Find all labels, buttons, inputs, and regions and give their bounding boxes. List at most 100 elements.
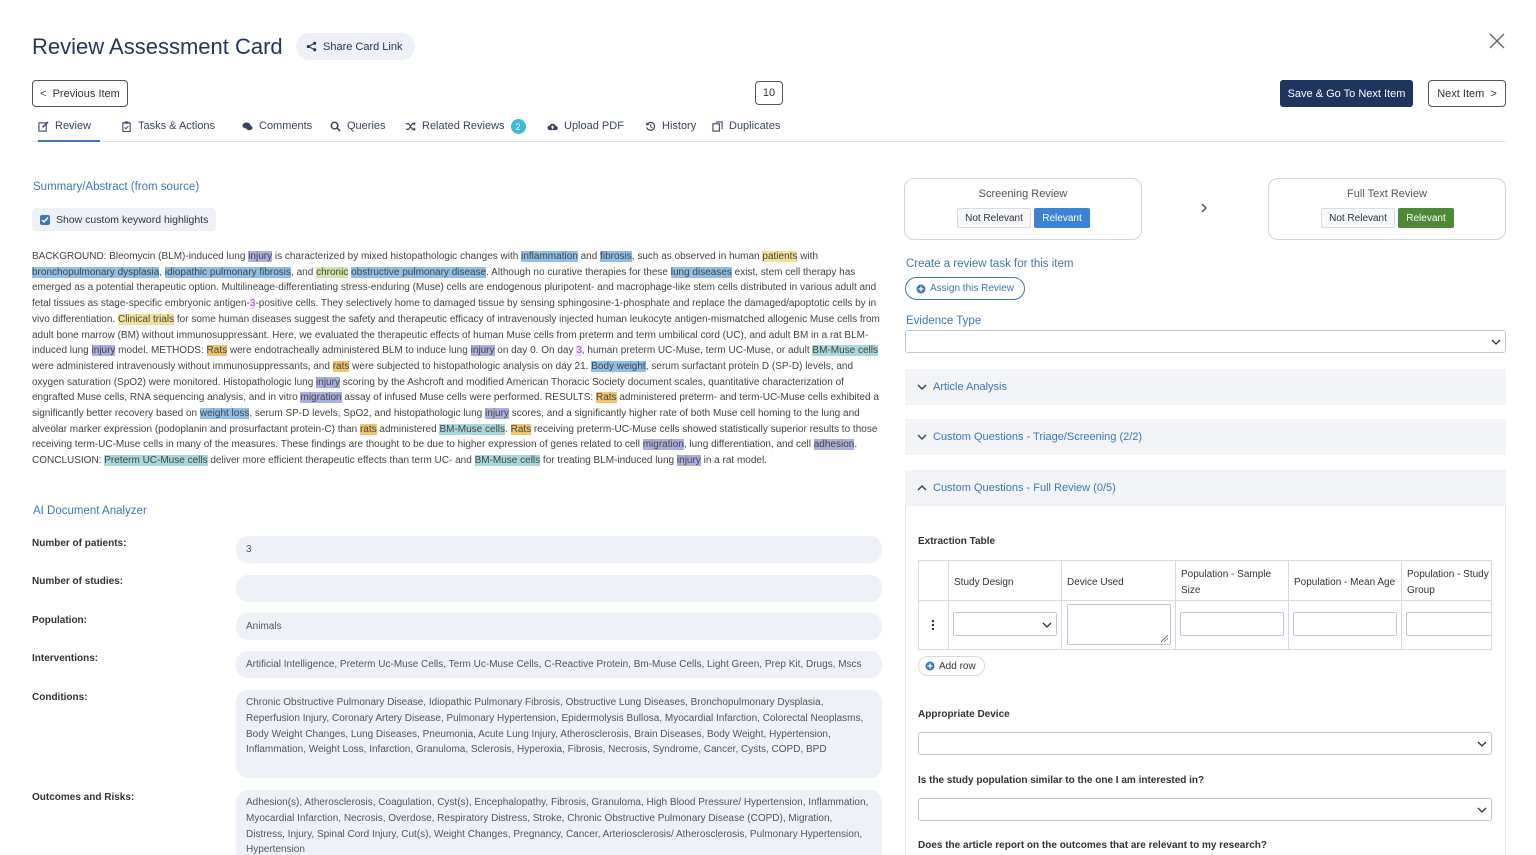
keyword-highlight: fibrosis: [600, 251, 632, 262]
keyword-highlight: injury: [91, 345, 116, 357]
appropriate-device-label: Appropriate Device: [918, 709, 1010, 720]
keyword-highlight-toggle[interactable]: Show custom keyword highlights: [32, 208, 217, 231]
chevron-down-icon: [917, 434, 927, 441]
chevron-up-icon: [917, 484, 927, 491]
keyword-highlight: migration: [642, 439, 684, 451]
abstract-fragment: were endotracheally administered BLM to …: [227, 345, 471, 357]
population-similar-select[interactable]: [918, 798, 1492, 821]
tab-review[interactable]: Review: [38, 120, 100, 142]
sample-size-column: Population - Sample Size: [1176, 561, 1289, 649]
appropriate-device-select[interactable]: [918, 732, 1492, 755]
keyword-highlight: migration: [300, 392, 342, 404]
share-label: Share Card Link: [323, 40, 403, 53]
more-vertical-icon[interactable]: [931, 619, 935, 631]
keyword-highlight: obstructive pulmonary disease: [351, 266, 487, 278]
close-icon[interactable]: [1486, 30, 1508, 52]
tab-duplicates[interactable]: Duplicates: [712, 120, 780, 142]
tab-related-reviews[interactable]: Related Reviews 2: [405, 119, 526, 142]
sample-size-input[interactable]: [1180, 612, 1284, 636]
chevron-left-icon: <: [40, 87, 47, 100]
evidence-type-label: Evidence Type: [906, 315, 982, 327]
keyword-highlight: BM-Muse cells: [439, 423, 506, 435]
keyword-highlight: injury: [676, 455, 701, 467]
abstract-fragment: in a rat model.: [700, 455, 767, 467]
accordion-label: Custom Questions - Full Review (0/5): [933, 482, 1116, 494]
save-next-button[interactable]: Save & Go To Next Item: [1280, 80, 1413, 107]
abstract-fragment: , and: [291, 266, 317, 278]
abstract-fragment: deliver more efficient therapeutic effec…: [207, 455, 475, 467]
study-group-input[interactable]: [1406, 612, 1491, 636]
edit-icon: [38, 121, 49, 132]
full-text-relevant-button[interactable]: Relevant: [1398, 208, 1454, 228]
tab-label: Related Reviews: [422, 120, 505, 132]
assign-review-button[interactable]: Assign this Review: [905, 277, 1025, 300]
full-review-questions-accordion[interactable]: Custom Questions - Full Review (0/5): [905, 470, 1506, 506]
outcomes-relevant-label: Does the article report on the outcomes …: [918, 840, 1267, 851]
page-title: Review Assessment Card: [32, 34, 283, 59]
abstract-fragment: is characterized by mixed histopathologi…: [272, 251, 522, 262]
create-review-task-link[interactable]: Create a review task for this item: [906, 258, 1073, 270]
screening-review-card: Screening Review Not Relevant Relevant: [904, 178, 1142, 240]
patients-field[interactable]: 3: [236, 536, 882, 563]
article-analysis-accordion[interactable]: Article Analysis: [905, 369, 1506, 405]
keyword-highlight: Body weight: [591, 360, 646, 372]
accordion-label: Custom Questions - Triage/Screening (2/2…: [933, 431, 1143, 443]
tab-label: Duplicates: [729, 120, 781, 132]
mean-age-input[interactable]: [1293, 612, 1397, 636]
accordion-label: Article Analysis: [933, 381, 1007, 393]
tab-history[interactable]: History: [645, 120, 696, 142]
evidence-type-select[interactable]: [905, 330, 1506, 353]
population-field[interactable]: Animals: [236, 613, 882, 640]
tab-comments[interactable]: Comments: [242, 120, 312, 142]
cloud-upload-icon: [547, 123, 558, 131]
study-design-select[interactable]: [953, 612, 1057, 636]
mean-age-column: Population - Mean Age: [1289, 561, 1402, 649]
interventions-field[interactable]: Artificial Intelligence, Preterm Uc-Muse…: [236, 651, 882, 678]
outcomes-field[interactable]: Adhesion(s), Atherosclerosis, Coagulatio…: [236, 790, 882, 855]
table-header-cell: Population - Study Group: [1402, 561, 1491, 601]
chevron-down-icon: [1491, 339, 1501, 345]
full-text-review-title: Full Text Review: [1347, 188, 1427, 200]
resize-handle-icon[interactable]: [1161, 635, 1168, 642]
keyword-highlight: idiopathic pulmonary fibrosis: [164, 266, 292, 278]
abstract-fragment: , human preterm UC-Muse, term UC-Muse, o…: [581, 345, 813, 357]
abstract-fragment: assay of infused Muse cells were perform…: [341, 392, 596, 404]
next-item-button[interactable]: Next Item >: [1428, 80, 1506, 107]
studies-field[interactable]: [236, 575, 882, 602]
keyword-highlight: adhesion: [813, 439, 855, 451]
screening-relevant-button[interactable]: Relevant: [1034, 208, 1090, 228]
conditions-field[interactable]: Chronic Obstructive Pulmonary Disease, I…: [236, 690, 882, 778]
abstract-fragment: administered: [376, 423, 440, 435]
table-header-cell: Device Used: [1062, 561, 1175, 601]
abstract-fragment: . Although no curative therapies for the…: [486, 266, 671, 278]
triage-questions-accordion[interactable]: Custom Questions - Triage/Screening (2/2…: [905, 419, 1506, 455]
item-count: 10: [755, 81, 783, 105]
keyword-highlight: Rats: [206, 345, 228, 357]
keyword-highlight: injury: [485, 408, 509, 420]
previous-item-button[interactable]: < Previous Item: [32, 80, 128, 107]
share-icon: [306, 41, 317, 52]
study-design-column: Study Design: [949, 561, 1062, 649]
keyword-highlight: inflammation: [521, 251, 578, 262]
chevron-right-icon: [1201, 203, 1207, 213]
abstract-fragment: BACKGROUND: Bleomycin (BLM)-induced lung: [32, 251, 249, 262]
studies-label: Number of studies:: [32, 576, 124, 587]
screening-not-relevant-button[interactable]: Not Relevant: [957, 208, 1031, 228]
table-header-cell: [919, 561, 948, 601]
abstract-fragment: .: [505, 423, 511, 435]
abstract-fragment: with: [797, 251, 818, 262]
keyword-highlight: weight loss: [199, 408, 250, 420]
device-used-textarea[interactable]: [1067, 604, 1171, 645]
abstract-fragment: and: [577, 251, 601, 262]
keyword-highlight: patients: [762, 251, 798, 262]
checkbox-checked-icon[interactable]: [40, 214, 50, 225]
share-card-link-button[interactable]: Share Card Link: [296, 33, 415, 60]
tab-queries[interactable]: Queries: [330, 120, 386, 142]
full-text-not-relevant-button[interactable]: Not Relevant: [1321, 208, 1395, 228]
add-row-button[interactable]: Add row: [918, 656, 985, 676]
tab-tasks-actions[interactable]: Tasks & Actions: [121, 120, 215, 142]
population-label: Population:: [32, 615, 87, 626]
abstract-fragment: were subjected to histopathologic analys…: [349, 360, 592, 372]
tab-upload-pdf[interactable]: Upload PDF: [547, 120, 624, 142]
tab-label: Comments: [259, 120, 313, 132]
